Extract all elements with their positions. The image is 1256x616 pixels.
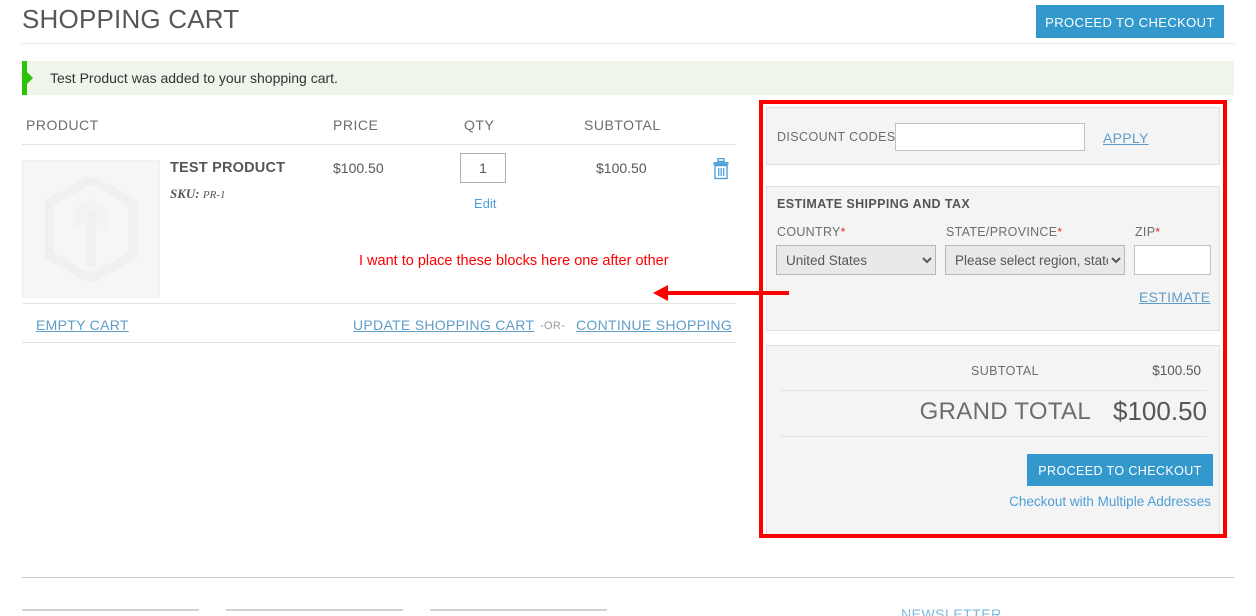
remove-item-button[interactable] <box>710 157 732 182</box>
sidebar-proceed-to-checkout-button[interactable]: PROCEED TO CHECKOUT <box>1027 454 1213 486</box>
edit-item-link[interactable]: Edit <box>474 196 496 211</box>
totals-divider-top <box>781 390 1207 391</box>
zip-label: ZIP* <box>1135 225 1160 239</box>
sku-label: SKU: <box>170 186 200 201</box>
continue-shopping-link[interactable]: CONTINUE SHOPPING <box>576 317 732 333</box>
qty-input[interactable] <box>460 153 506 183</box>
newsletter-label: NEWSLETTER <box>901 606 1002 616</box>
subtotal-label: SUBTOTAL <box>970 364 1039 378</box>
product-subtotal: $100.50 <box>596 160 647 176</box>
footer-block-1 <box>22 609 199 611</box>
page-header: SHOPPING CART PROCEED TO CHECKOUT <box>0 0 1256 44</box>
footer-divider <box>22 577 1234 578</box>
subtotal-row: SUBTOTAL $100.50 <box>767 356 1221 386</box>
subtotal-value: $100.50 <box>1152 363 1201 378</box>
update-cart-link[interactable]: UPDATE SHOPPING CART <box>353 317 534 333</box>
red-arrow-head-icon <box>653 285 668 301</box>
success-message-banner: Test Product was added to your shopping … <box>22 61 1234 95</box>
grand-total-value: $100.50 <box>1113 396 1207 426</box>
page-title: SHOPPING CART <box>22 4 240 34</box>
country-label: COUNTRY* <box>777 225 846 239</box>
country-label-text: COUNTRY <box>777 225 841 239</box>
product-sku: SKU: PR-1 <box>170 186 225 202</box>
zip-input[interactable] <box>1134 245 1211 275</box>
footer-block-3 <box>430 609 607 611</box>
checkout-multiple-addresses-link[interactable]: Checkout with Multiple Addresses <box>1009 494 1211 509</box>
trash-icon <box>713 157 729 180</box>
cart-footer-divider-bottom <box>22 342 736 343</box>
shopping-cart-page: SHOPPING CART PROCEED TO CHECKOUT Test P… <box>0 0 1256 616</box>
state-label-text: STATE/PROVINCE <box>946 225 1058 239</box>
discount-codes-label: DISCOUNT CODES <box>777 130 896 144</box>
annotation-note-text: I want to place these blocks here one af… <box>359 253 669 269</box>
zip-required-marker: * <box>1155 225 1161 239</box>
table-header-divider <box>22 144 736 145</box>
order-totals-block: SUBTOTAL $100.50 GRAND TOTAL $100.50 PRO… <box>766 345 1220 538</box>
apply-discount-link[interactable]: APPLY <box>1103 130 1149 146</box>
country-select[interactable]: United States <box>776 245 936 275</box>
product-price: $100.50 <box>333 160 384 176</box>
column-header-product: PRODUCT <box>26 117 99 133</box>
column-header-qty: QTY <box>464 117 495 133</box>
sku-value: PR-1 <box>202 189 226 201</box>
state-label: STATE/PROVINCE* <box>946 225 1062 239</box>
estimate-shipping-block: ESTIMATE SHIPPING AND TAX COUNTRY* STATE… <box>766 186 1220 331</box>
product-thumbnail[interactable] <box>22 160 160 298</box>
header-proceed-to-checkout-button[interactable]: PROCEED TO CHECKOUT <box>1036 5 1224 38</box>
totals-divider-bottom <box>781 436 1207 437</box>
estimate-link[interactable]: ESTIMATE <box>1139 289 1210 305</box>
empty-cart-link[interactable]: EMPTY CART <box>36 317 129 333</box>
column-header-price: PRICE <box>333 117 379 133</box>
discount-codes-block: DISCOUNT CODES APPLY <box>766 107 1220 165</box>
estimate-shipping-title: ESTIMATE SHIPPING AND TAX <box>777 197 971 211</box>
or-separator: -OR- <box>540 320 566 332</box>
country-required-marker: * <box>840 225 846 239</box>
product-name[interactable]: TEST PRODUCT <box>170 160 285 176</box>
success-arrow-icon <box>27 72 33 84</box>
magento-placeholder-icon <box>45 177 137 281</box>
footer-block-2 <box>226 609 403 611</box>
discount-code-input[interactable] <box>895 123 1085 151</box>
column-header-subtotal: SUBTOTAL <box>584 117 661 133</box>
zip-label-text: ZIP <box>1135 225 1156 239</box>
grand-total-label: GRAND TOTAL <box>919 398 1091 425</box>
success-message-text: Test Product was added to your shopping … <box>50 70 338 86</box>
cart-action-links: EMPTY CART UPDATE SHOPPING CART -OR- CON… <box>22 313 736 337</box>
state-required-marker: * <box>1057 225 1063 239</box>
header-divider <box>22 43 1234 44</box>
cart-footer-divider-top <box>22 303 736 304</box>
state-province-select[interactable]: Please select region, state <box>945 245 1125 275</box>
